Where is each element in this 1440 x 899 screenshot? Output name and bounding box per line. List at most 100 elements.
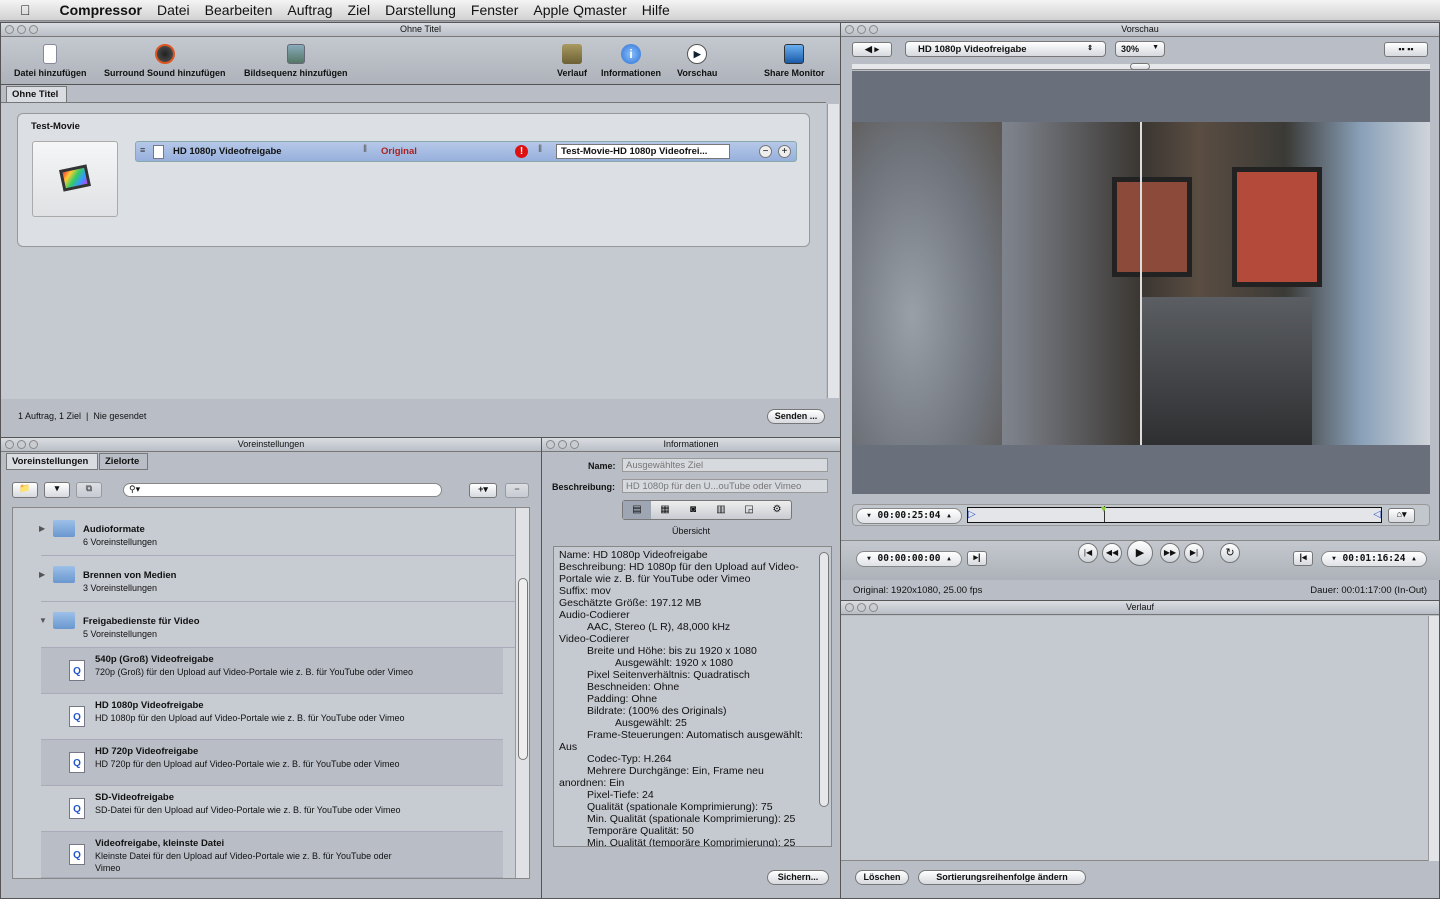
setting-item[interactable]: Q HD 720p Videofreigabe HD 720p für den Up… [41, 740, 503, 786]
tab-zielorte[interactable]: Zielorte [99, 453, 148, 470]
playhead[interactable]: ▼ [1099, 504, 1108, 522]
menu-hilfe[interactable]: Hilfe [642, 2, 670, 18]
setting-doc-icon: Q [69, 752, 85, 773]
actions-icon[interactable]: ⚙ [763, 501, 791, 519]
zoom-select[interactable]: 30% ▼ [1115, 41, 1165, 57]
folder-icon [53, 566, 75, 583]
go-start-button[interactable]: |◀ [1078, 543, 1098, 563]
duplicate-button[interactable]: ⧉ [76, 482, 102, 498]
group-brennen[interactable]: ▶ Brennen von Medien 3 Voreinstellungen [39, 556, 516, 602]
group-freigabedienste[interactable]: ▼ Freigabedienste für Video 5 Voreinstellu… [39, 602, 516, 648]
summary-icon[interactable]: ▤ [623, 501, 651, 519]
group-audioformate[interactable]: ▶ Audioformate 6 Voreinstellungen [39, 510, 516, 556]
out-point-marker[interactable]: ◁ [1373, 508, 1381, 522]
summary-line: Beschneiden: Ohne [587, 681, 680, 693]
history-window: Verlauf [840, 600, 1440, 899]
view-mode-buttons[interactable]: ▪▪ ▪▪ [1384, 42, 1428, 57]
target-setting[interactable]: HD 1080p Videofreigabe [173, 146, 282, 157]
info-segment-control[interactable]: ▤ ▦ ◙ ▥ ◲ ⚙ [622, 500, 792, 520]
settings-list: ▶ Audioformate 6 Voreinstellungen ▶ Brennen… [12, 507, 530, 879]
delete-button[interactable]: Löschen [855, 870, 909, 885]
source-thumbnail[interactable] [32, 141, 118, 217]
menu-darstellung[interactable]: Darstellung [385, 2, 456, 18]
settings-scrollbar[interactable] [515, 508, 529, 878]
computer-case [1142, 297, 1312, 445]
share-monitor-button[interactable]: Share Monitor [764, 44, 825, 78]
filters-icon[interactable]: ▥ [707, 501, 735, 519]
preview-button[interactable]: ▶ Vorschau [677, 44, 717, 78]
window-controls[interactable] [5, 25, 38, 34]
window-controls[interactable] [546, 440, 579, 449]
remove-button[interactable]: − [505, 483, 529, 498]
geometry-icon[interactable]: ◲ [735, 501, 763, 519]
add-target-button[interactable]: + [778, 145, 791, 158]
menu-ziel[interactable]: Ziel [348, 2, 371, 18]
target-destination[interactable]: Original [381, 146, 417, 157]
new-group-button[interactable]: 📁 [12, 482, 38, 498]
setting-item[interactable]: Q SD-Videofreigabe SD-Datei für den Upload… [41, 786, 503, 832]
rewind-button[interactable]: ◀◀ [1102, 543, 1122, 563]
drag-handle-icon[interactable]: ≡ [140, 145, 145, 155]
scroll-thumb[interactable] [518, 578, 528, 760]
change-sort-order-button[interactable]: Sortierungsreihenfolge ändern [918, 870, 1086, 885]
add-button[interactable]: +▾ [469, 483, 497, 498]
setting-item[interactable]: Q 540p (Groß) Videofreigabe 720p (Groß) fü… [41, 648, 503, 694]
original-info: Original: 1920x1080, 25.00 fps [853, 585, 983, 596]
remove-target-button[interactable]: − [759, 145, 772, 158]
menu-app[interactable]: Compressor [60, 2, 142, 18]
name-field[interactable]: Ausgewähltes Ziel [622, 458, 828, 472]
encoder-icon[interactable]: ▦ [651, 501, 679, 519]
search-input[interactable]: ⚲▾ [123, 483, 442, 497]
output-filename-field[interactable]: Test-Movie-HD 1080p Videofrei... [556, 144, 730, 159]
marker-button[interactable]: ⌂▾ [1388, 508, 1415, 523]
current-timecode[interactable]: ▾ 00:00:25:04 ▴ [856, 508, 962, 524]
in-timecode[interactable]: ▾ 00:00:00:00 ▴ [856, 551, 962, 567]
split-slider-handle[interactable] [1130, 63, 1150, 70]
summary-scrollbar[interactable] [819, 552, 829, 807]
add-sequence-button[interactable]: Bildsequenz hinzufügen [244, 44, 348, 78]
window-controls[interactable] [845, 25, 878, 34]
history-scrollbar[interactable] [1428, 616, 1439, 861]
scrubber[interactable]: ▷ ◁ ▼ [967, 504, 1382, 523]
tab-voreinstellungen[interactable]: Voreinstellungen [6, 453, 98, 470]
new-setting-button[interactable]: ▾ [44, 482, 70, 498]
send-button[interactable]: Senden ... [767, 409, 825, 424]
job-panel[interactable]: Test-Movie ≡ HD 1080p Videofreigabe ‖ Or… [17, 113, 810, 247]
description-field[interactable]: HD 1080p für den U...ouTube oder Vimeo [622, 479, 828, 493]
summary-line: Audio-Codierer [559, 609, 630, 621]
person-region [852, 122, 1002, 445]
go-end-button[interactable]: ▶| [1184, 543, 1204, 563]
set-in-button[interactable]: ▸| [967, 551, 987, 566]
play-button[interactable]: ▶ [1127, 540, 1153, 566]
menu-auftrag[interactable]: Auftrag [287, 2, 332, 18]
setting-select[interactable]: HD 1080p Videofreigabe ⇕ [905, 41, 1106, 57]
window-controls[interactable] [5, 440, 38, 449]
apple-icon[interactable]:  [20, 2, 31, 18]
frame-controls-icon[interactable]: ◙ [679, 501, 707, 519]
save-button[interactable]: Sichern... [767, 870, 829, 885]
set-out-button[interactable]: |◂ [1293, 551, 1313, 566]
window-controls[interactable] [845, 603, 878, 612]
menu-fenster[interactable]: Fenster [471, 2, 518, 18]
batch-scrollbar[interactable] [827, 104, 839, 398]
info-button[interactable]: i Informationen [601, 44, 661, 78]
menu-bearbeiten[interactable]: Bearbeiten [205, 2, 273, 18]
folder-icon [53, 612, 75, 629]
setting-item[interactable]: Q Videofreigabe, kleinste Datei Kleinste D… [41, 832, 503, 878]
add-file-button[interactable]: Datei hinzufügen [14, 44, 87, 78]
summary-line: Portale wie z. B. für YouTube oder Vimeo [559, 573, 751, 585]
add-surround-button[interactable]: Surround Sound hinzufügen [104, 44, 225, 78]
loop-button[interactable]: ↻ [1220, 543, 1240, 563]
tab-ohne-titel[interactable]: Ohne Titel [6, 86, 67, 103]
setting-item[interactable]: Q HD 1080p Videofreigabe HD 1080p für den … [41, 694, 503, 740]
history-button[interactable]: Verlauf [557, 44, 587, 78]
target-row[interactable]: ≡ HD 1080p Videofreigabe ‖ Original ! ‖ … [135, 141, 797, 162]
split-line[interactable] [1140, 122, 1142, 445]
in-point-marker[interactable]: ▷ [968, 508, 976, 522]
menu-qmaster[interactable]: Apple Qmaster [533, 2, 626, 18]
forward-button[interactable]: ▶▶ [1160, 543, 1180, 563]
split-slider-track[interactable] [852, 63, 1430, 70]
prev-next-buttons[interactable]: ◀ ▸ [852, 42, 892, 57]
menu-datei[interactable]: Datei [157, 2, 190, 18]
out-timecode[interactable]: ▾ 00:01:16:24 ▴ [1321, 551, 1427, 567]
